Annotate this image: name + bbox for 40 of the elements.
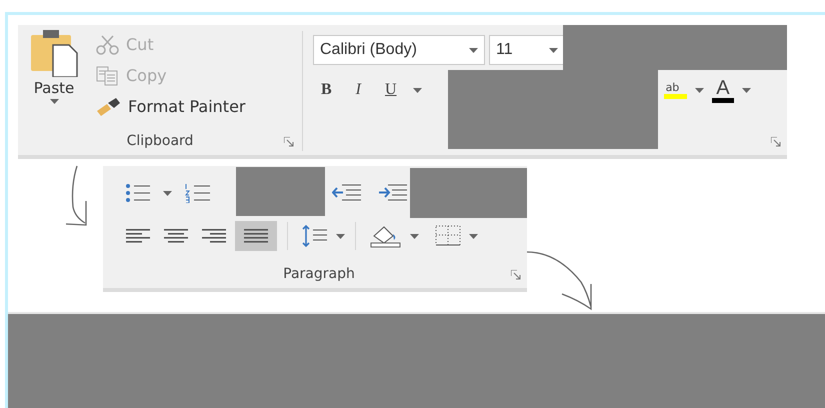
caret-icon[interactable] <box>469 48 478 52</box>
align-right-icon <box>202 229 226 243</box>
dialog-launcher-icon[interactable] <box>284 137 294 147</box>
caret-icon[interactable] <box>695 88 704 92</box>
font-size-field[interactable]: 11 <box>489 35 565 65</box>
group-title: Clipboard <box>126 133 194 149</box>
group-title: Paragraph <box>283 266 355 282</box>
numbered-list-icon <box>184 183 212 203</box>
caret-icon[interactable] <box>336 234 345 238</box>
paintbrush-icon <box>96 96 122 116</box>
dialog-launcher-icon[interactable] <box>511 270 521 280</box>
caret-icon[interactable] <box>410 234 419 238</box>
clipboard-icon <box>29 29 79 77</box>
outdent-icon <box>332 184 362 202</box>
caret-icon[interactable] <box>412 88 422 92</box>
italic-button[interactable]: I <box>348 81 369 99</box>
highlight-button[interactable]: ab <box>664 81 688 99</box>
line-spacing-icon <box>302 224 328 248</box>
painter-button[interactable]: Format Painter <box>96 91 246 122</box>
caret-icon[interactable] <box>469 234 478 238</box>
borders-icon <box>435 225 461 247</box>
paste-button[interactable]: Paste <box>26 29 82 122</box>
paint-bucket-icon <box>370 224 402 248</box>
align-justify-icon <box>244 229 268 243</box>
align-justify-button[interactable] <box>235 221 277 251</box>
indent-icon <box>378 184 408 202</box>
bullet-list-icon <box>125 183 151 203</box>
dialog-launcher-icon[interactable] <box>771 137 781 147</box>
copy-icon <box>96 66 120 86</box>
underline-button[interactable]: U <box>377 81 405 99</box>
align-center-icon <box>164 229 188 243</box>
scissors-icon <box>96 34 120 54</box>
caret-icon[interactable] <box>549 48 558 52</box>
font-color-button[interactable]: A <box>712 78 734 102</box>
caret-icon[interactable] <box>163 190 172 196</box>
font-name-field[interactable]: Calibri (Body) <box>313 35 485 65</box>
caret-icon[interactable] <box>50 99 58 104</box>
align-left-icon <box>126 229 150 243</box>
bold-button[interactable]: B <box>313 81 340 99</box>
caret-icon[interactable] <box>742 88 751 92</box>
